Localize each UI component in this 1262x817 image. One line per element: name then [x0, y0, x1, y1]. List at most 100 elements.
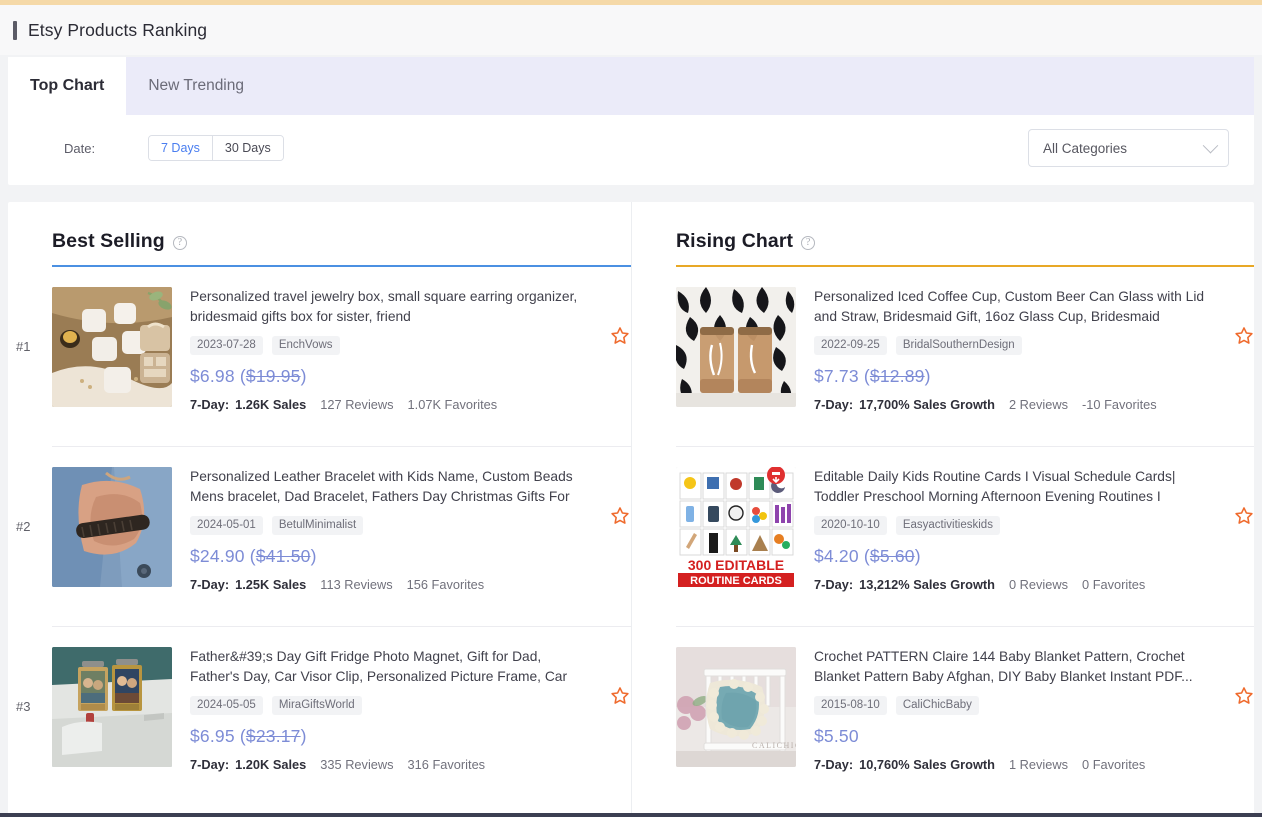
- date-range-30-days[interactable]: 30 Days: [212, 136, 283, 160]
- stat-reviews: 335 Reviews: [320, 757, 393, 772]
- shop-name-badge[interactable]: BetulMinimalist: [272, 516, 363, 535]
- table-row[interactable]: 300 EDITABLE ROUTINE CARDS Editable Dail…: [676, 447, 1254, 627]
- star-outline-icon[interactable]: [609, 505, 631, 527]
- rising-chart-rows: Personalized Iced Coffee Cup, Custom Bee…: [676, 267, 1254, 807]
- listing-date-badge: 2024-05-01: [190, 516, 263, 535]
- app-header: Etsy Products Ranking: [0, 5, 1262, 55]
- stat-period-label: 7-Day:: [814, 577, 853, 592]
- title-accent-bar: [13, 21, 17, 40]
- date-range-7-days[interactable]: 7 Days: [149, 136, 212, 160]
- current-price: $4.20: [814, 546, 859, 566]
- category-select[interactable]: All Categories: [1028, 129, 1229, 167]
- stat-favorites: 1.07K Favorites: [408, 397, 498, 412]
- star-outline-icon[interactable]: [1233, 505, 1254, 527]
- listing-date-badge: 2022-09-25: [814, 336, 887, 355]
- column-best-selling: Best Selling ? #1: [8, 202, 631, 815]
- stat-favorites: 0 Favorites: [1082, 577, 1145, 592]
- stat-primary: 13,212% Sales Growth: [859, 577, 995, 592]
- chevron-down-icon: [1203, 137, 1219, 153]
- listing-date-badge: 2024-05-05: [190, 696, 263, 715]
- table-row[interactable]: #2: [52, 447, 631, 627]
- tab-top-chart[interactable]: Top Chart: [8, 57, 126, 115]
- svg-text:CALICHIC: CALICHIC: [752, 741, 796, 750]
- stat-favorites: 316 Favorites: [408, 757, 486, 772]
- stat-primary: 10,760% Sales Growth: [859, 757, 995, 772]
- original-price-wrap: ($5.60): [864, 546, 921, 566]
- best-selling-title: Best Selling: [52, 230, 165, 253]
- rank-label: #1: [16, 339, 30, 354]
- product-tags: 2024-05-01 BetulMinimalist: [190, 516, 589, 535]
- stat-favorites: 156 Favorites: [407, 577, 485, 592]
- stat-period-label: 7-Day:: [814, 397, 853, 412]
- stat-reviews: 0 Reviews: [1009, 577, 1068, 592]
- listing-date-badge: 2023-07-28: [190, 336, 263, 355]
- shop-name-badge[interactable]: MiraGiftsWorld: [272, 696, 362, 715]
- product-title[interactable]: Crochet PATTERN Claire 144 Baby Blanket …: [814, 647, 1213, 687]
- shop-name-badge[interactable]: BridalSouthernDesign: [896, 336, 1022, 355]
- product-stats: 7-Day: 1.20K Sales 335 Reviews 316 Favor…: [190, 757, 589, 772]
- original-price: $41.50: [256, 546, 311, 566]
- product-title[interactable]: Personalized Iced Coffee Cup, Custom Bee…: [814, 287, 1213, 327]
- product-title[interactable]: Personalized travel jewelry box, small s…: [190, 287, 589, 327]
- product-title[interactable]: Personalized Leather Bracelet with Kids …: [190, 467, 589, 507]
- table-row[interactable]: #1: [52, 267, 631, 447]
- tabs-and-filters-card: Top Chart New Trending Date: 7 Days 30 D…: [8, 57, 1254, 185]
- question-circle-icon[interactable]: ?: [173, 236, 187, 250]
- star-outline-icon[interactable]: [1233, 325, 1254, 347]
- star-outline-icon[interactable]: [609, 685, 631, 707]
- stat-favorites: 0 Favorites: [1082, 757, 1145, 772]
- original-price-wrap: ($41.50): [250, 546, 317, 566]
- question-circle-icon[interactable]: ?: [801, 236, 815, 250]
- product-stats: 7-Day: 10,760% Sales Growth 1 Reviews 0 …: [814, 757, 1213, 772]
- product-price: $24.90 ($41.50): [190, 546, 589, 567]
- product-thumbnail[interactable]: 300 EDITABLE ROUTINE CARDS: [676, 467, 796, 587]
- best-selling-rows: #1: [52, 267, 631, 807]
- filter-bar: Date: 7 Days 30 Days All Categories: [8, 115, 1254, 185]
- stat-period-label: 7-Day:: [190, 397, 229, 412]
- svg-text:ROUTINE CARDS: ROUTINE CARDS: [690, 575, 782, 587]
- stat-period-label: 7-Day:: [190, 577, 229, 592]
- shop-name-badge[interactable]: EnchVows: [272, 336, 340, 355]
- stat-reviews: 127 Reviews: [320, 397, 393, 412]
- page-root: Etsy Products Ranking Top Chart New Tren…: [0, 0, 1262, 817]
- product-thumbnail[interactable]: [52, 287, 172, 407]
- stat-reviews: 113 Reviews: [320, 577, 392, 592]
- original-price: $12.89: [870, 366, 925, 386]
- stat-primary: 1.26K Sales: [235, 397, 306, 412]
- star-outline-icon[interactable]: [1233, 685, 1254, 707]
- product-info: Father&#39;s Day Gift Fridge Photo Magne…: [190, 647, 631, 772]
- product-title[interactable]: Father&#39;s Day Gift Fridge Photo Magne…: [190, 647, 589, 687]
- product-thumbnail[interactable]: [52, 647, 172, 767]
- product-price: $6.95 ($23.17): [190, 726, 589, 747]
- product-tags: 2023-07-28 EnchVows: [190, 336, 589, 355]
- stat-primary: 1.20K Sales: [235, 757, 306, 772]
- original-price: $19.95: [246, 366, 301, 386]
- ranking-lists-card: Best Selling ? #1: [8, 202, 1254, 815]
- product-tags: 2024-05-05 MiraGiftsWorld: [190, 696, 589, 715]
- table-row[interactable]: CALICHIC Crochet PATTERN Claire 144 Baby…: [676, 627, 1254, 807]
- product-thumbnail[interactable]: CALICHIC: [676, 647, 796, 767]
- listing-date-badge: 2015-08-10: [814, 696, 887, 715]
- product-tags: 2020-10-10 Easyactivitieskids: [814, 516, 1213, 535]
- rank-label: #3: [16, 699, 30, 714]
- product-thumbnail[interactable]: [676, 287, 796, 407]
- star-outline-icon[interactable]: [609, 325, 631, 347]
- horizontal-scrollbar[interactable]: [0, 813, 1262, 817]
- table-row[interactable]: Personalized Iced Coffee Cup, Custom Bee…: [676, 267, 1254, 447]
- product-price: $6.98 ($19.95): [190, 366, 589, 387]
- product-thumbnail[interactable]: [52, 467, 172, 587]
- stat-reviews: 2 Reviews: [1009, 397, 1068, 412]
- product-tags: 2015-08-10 CaliChicBaby: [814, 696, 1213, 715]
- current-price: $7.73: [814, 366, 859, 386]
- shop-name-badge[interactable]: CaliChicBaby: [896, 696, 979, 715]
- product-price: $4.20 ($5.60): [814, 546, 1213, 567]
- table-row[interactable]: #3: [52, 627, 631, 807]
- shop-name-badge[interactable]: Easyactivitieskids: [896, 516, 1000, 535]
- column-rising-chart: Rising Chart ?: [631, 202, 1254, 815]
- stat-period-label: 7-Day:: [814, 757, 853, 772]
- product-stats: 7-Day: 13,212% Sales Growth 0 Reviews 0 …: [814, 577, 1213, 592]
- rising-chart-header: Rising Chart ?: [676, 230, 1254, 253]
- page-title: Etsy Products Ranking: [28, 20, 207, 41]
- tab-new-trending[interactable]: New Trending: [126, 57, 266, 115]
- product-title[interactable]: Editable Daily Kids Routine Cards I Visu…: [814, 467, 1213, 507]
